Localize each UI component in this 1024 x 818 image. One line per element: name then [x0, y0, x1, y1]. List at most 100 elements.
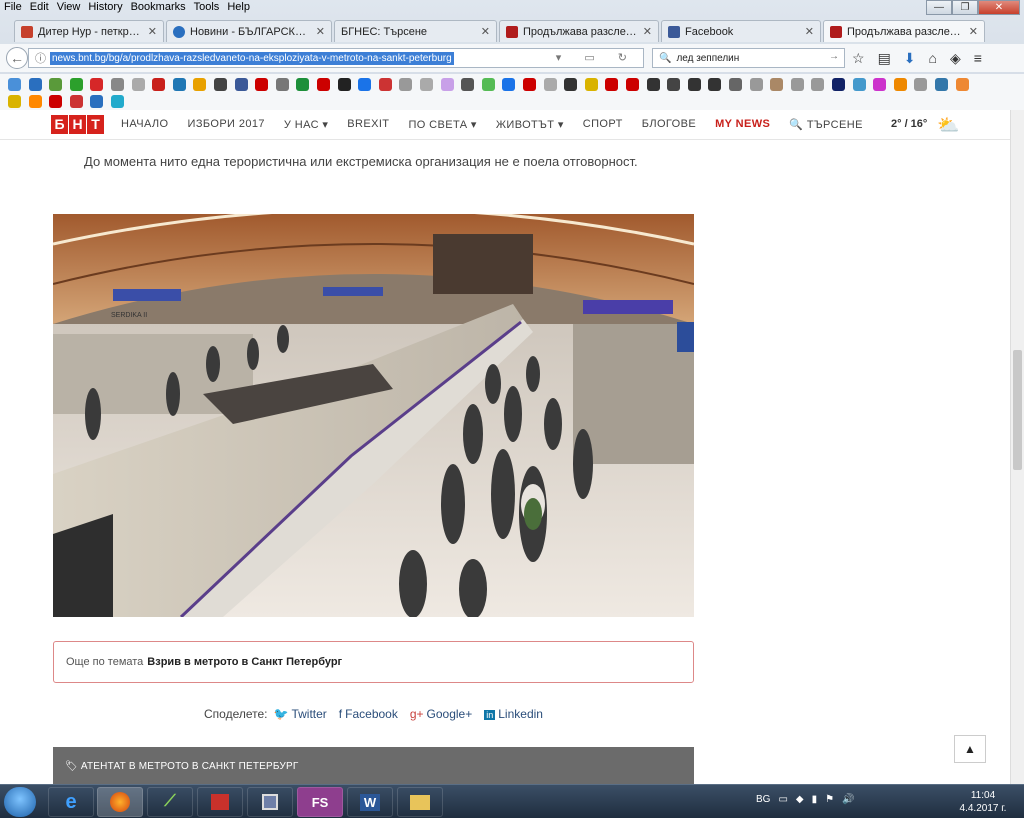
- bookmark-icon[interactable]: [49, 95, 63, 108]
- share-twitter-button[interactable]: 🐦 Twitter: [274, 707, 327, 721]
- bookmark-icon[interactable]: [8, 95, 21, 108]
- keyboard-icon[interactable]: ▭: [778, 794, 787, 805]
- fs-app-icon[interactable]: FS: [297, 787, 343, 817]
- bookmark-icon[interactable]: [378, 78, 392, 91]
- internet-explorer-icon[interactable]: e: [48, 787, 94, 817]
- bookmark-icon[interactable]: [955, 78, 969, 91]
- bookmark-icon[interactable]: [131, 78, 145, 91]
- url-text[interactable]: news.bnt.bg/bg/a/prodlzhava-razsledvanet…: [50, 51, 454, 65]
- address-bar[interactable]: ⓘ news.bnt.bg/bg/a/prodlzhava-razsledvan…: [28, 48, 644, 68]
- share-linkedin-button[interactable]: in Linkedin: [484, 707, 543, 721]
- site-nav-item[interactable]: BREXIT: [347, 118, 389, 131]
- bookmark-icon[interactable]: [440, 78, 454, 91]
- hamburger-menu-icon[interactable]: ≡: [974, 50, 982, 67]
- menu-edit[interactable]: Edit: [26, 0, 53, 16]
- close-tab-icon[interactable]: ✕: [805, 25, 814, 38]
- site-nav-item[interactable]: БЛОГОВЕ: [642, 118, 696, 131]
- bookmark-icon[interactable]: [420, 78, 433, 91]
- search-input[interactable]: лед зеппелин: [676, 53, 739, 64]
- menu-help[interactable]: Help: [223, 0, 254, 16]
- start-button[interactable]: [4, 787, 36, 817]
- back-button[interactable]: ←: [6, 47, 28, 69]
- language-indicator[interactable]: BG: [756, 794, 770, 805]
- menu-bookmarks[interactable]: Bookmarks: [127, 0, 190, 16]
- bookmark-icon[interactable]: [90, 95, 104, 108]
- floppy-save-icon[interactable]: [247, 787, 293, 817]
- bookmark-icon[interactable]: [49, 78, 63, 91]
- file-explorer-icon[interactable]: [397, 787, 443, 817]
- site-nav-item[interactable]: ЖИВОТЪТ ▾: [496, 118, 564, 131]
- site-nav-item[interactable]: 🔍 ТЪРСЕНЕ: [789, 118, 863, 131]
- app-icon-green[interactable]: ⟋: [147, 787, 193, 817]
- home-icon[interactable]: ⌂: [929, 50, 937, 67]
- bookmark-icon[interactable]: [317, 78, 330, 91]
- site-nav-item[interactable]: У НАС ▾: [284, 118, 328, 131]
- pocket-icon[interactable]: ◈: [950, 50, 961, 67]
- search-bar[interactable]: 🔍 лед зеппелин →: [652, 48, 845, 68]
- bookmark-icon[interactable]: [811, 78, 825, 91]
- restore-button[interactable]: ❐: [952, 0, 978, 15]
- bookmark-icon[interactable]: [873, 78, 887, 91]
- bookmark-icon[interactable]: [935, 78, 948, 91]
- bookmark-icon[interactable]: [214, 78, 227, 91]
- tab-gmail[interactable]: Дитер Нур - петкратния... ✕: [14, 20, 164, 42]
- bookmark-icon[interactable]: [914, 78, 928, 91]
- bookmark-icon[interactable]: [193, 78, 207, 91]
- word-icon[interactable]: W: [347, 787, 393, 817]
- bookmark-icon[interactable]: [605, 78, 619, 91]
- topic-bar[interactable]: 🏷 АТЕНТАТ В МЕТРОТО В САНКТ ПЕТЕРБУРГ: [53, 747, 694, 784]
- tab-facebook[interactable]: Facebook ✕: [661, 20, 821, 42]
- bookmark-star-icon[interactable]: ☆: [852, 50, 865, 67]
- bookmark-icon[interactable]: [152, 78, 166, 91]
- bookmark-icon[interactable]: [296, 78, 310, 91]
- site-nav-item[interactable]: НАЧАЛО: [121, 118, 169, 131]
- menu-file[interactable]: File: [0, 0, 26, 16]
- bookmark-icon[interactable]: [90, 78, 104, 91]
- bookmark-icon[interactable]: [255, 78, 269, 91]
- bookmark-icon[interactable]: [687, 78, 701, 91]
- network-icon[interactable]: ▮: [812, 794, 818, 805]
- site-nav-item[interactable]: СПОРТ: [583, 118, 623, 131]
- system-clock[interactable]: 11:04 4.4.2017 г.: [958, 789, 1008, 815]
- tab-article-active[interactable]: Продължава разследван... ✕: [823, 20, 985, 42]
- bookmark-icon[interactable]: [111, 78, 124, 91]
- close-window-button[interactable]: ✕: [978, 0, 1020, 15]
- close-tab-icon[interactable]: ✕: [643, 25, 652, 38]
- bookmark-icon[interactable]: [646, 78, 660, 91]
- bookmark-icon[interactable]: [172, 78, 186, 91]
- firefox-icon[interactable]: [97, 787, 143, 817]
- close-tab-icon[interactable]: ✕: [148, 25, 157, 38]
- bookmark-icon[interactable]: [790, 78, 804, 91]
- tab-bgnes[interactable]: БГНЕС: Търсене ✕: [334, 20, 497, 42]
- bookmark-icon[interactable]: [461, 78, 475, 91]
- close-tab-icon[interactable]: ✕: [316, 25, 325, 38]
- bookmark-icon[interactable]: [28, 78, 42, 91]
- downloads-icon[interactable]: ⬇: [904, 50, 916, 67]
- bookmark-icon[interactable]: [543, 78, 557, 91]
- reload-icon[interactable]: ▾ ▭ ↻: [556, 51, 637, 64]
- scroll-to-top-button[interactable]: ▲: [954, 735, 986, 763]
- bookmark-icon[interactable]: [69, 95, 83, 108]
- bnt-logo[interactable]: Б Н Т: [51, 115, 105, 134]
- bookmark-icon[interactable]: [708, 78, 722, 91]
- share-facebook-button[interactable]: f Facebook: [339, 707, 398, 721]
- bookmark-icon[interactable]: [399, 78, 413, 91]
- site-nav-item[interactable]: ПО СВЕТА ▾: [408, 118, 476, 131]
- search-go-icon[interactable]: →: [829, 51, 839, 62]
- scrollbar-thumb[interactable]: [1013, 350, 1022, 470]
- bookmark-icon[interactable]: [852, 78, 866, 91]
- bookmark-icon[interactable]: [8, 78, 21, 91]
- bookmark-icon[interactable]: [28, 95, 42, 108]
- bookmark-icon[interactable]: [564, 78, 578, 91]
- site-nav-item[interactable]: MY NEWS: [715, 118, 770, 131]
- bookmark-icon[interactable]: [770, 78, 784, 91]
- bookmark-icon[interactable]: [337, 78, 351, 91]
- bookmark-icon[interactable]: [729, 78, 742, 91]
- bookmark-icon[interactable]: [234, 78, 248, 91]
- close-tab-icon[interactable]: ✕: [481, 25, 490, 38]
- bookmark-icon[interactable]: [111, 95, 124, 108]
- bookmark-icon[interactable]: [832, 78, 845, 91]
- close-tab-icon[interactable]: ✕: [969, 25, 978, 38]
- bookmark-icon[interactable]: [275, 78, 289, 91]
- app-icon-red-box[interactable]: [197, 787, 243, 817]
